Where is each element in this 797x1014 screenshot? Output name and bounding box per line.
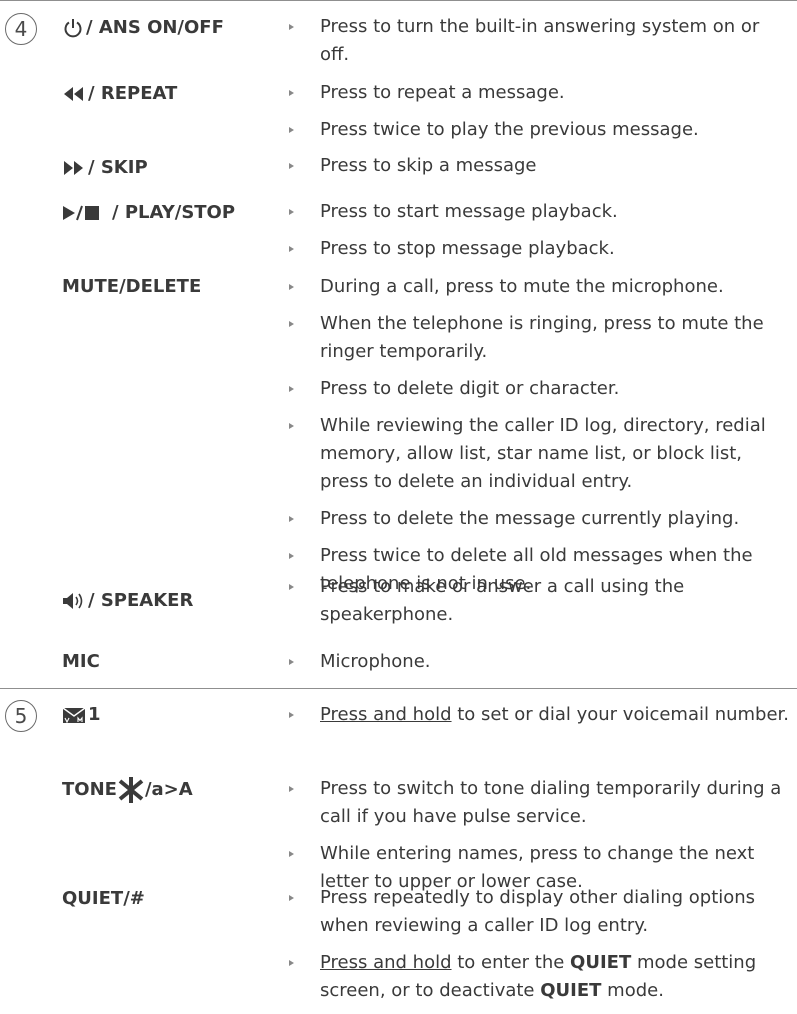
emphasis-bold: QUIET: [570, 952, 632, 973]
text-run: to set or dial your voicemail number.: [451, 704, 790, 725]
list-item: When the telephone is ringing, press to …: [286, 310, 791, 366]
tone-star-icon: [118, 777, 144, 803]
list-item: Press to switch to tone dialing temporar…: [286, 775, 791, 831]
desc-play-stop: Press to start message playback. Press t…: [286, 198, 791, 272]
section-number: 5: [5, 700, 37, 732]
desc-quiet: Press repeatedly to display other dialin…: [286, 884, 791, 1014]
list-item: Press to make or answer a call using the…: [286, 573, 791, 629]
list-item: Press to delete digit or character.: [286, 375, 791, 403]
emphasis-bold: QUIET: [540, 980, 602, 1001]
list-item: During a call, press to mute the microph…: [286, 273, 791, 301]
voicemail-icon: [62, 707, 86, 724]
key-label: MUTE/DELETE: [62, 276, 202, 297]
key-label: / SPEAKER: [88, 590, 194, 611]
desc-repeat: Press to repeat a message. Press twice t…: [286, 79, 791, 153]
key-ans-on-off: / ANS ON/OFF: [62, 14, 224, 42]
list-item: While reviewing the caller ID log, direc…: [286, 412, 791, 496]
list-item: Press to delete the message currently pl…: [286, 505, 791, 533]
text-run: mode.: [601, 980, 664, 1001]
key-mic: MIC: [62, 648, 100, 676]
list-item: Press twice to play the previous message…: [286, 116, 791, 144]
desc-ans-on-off: Press to turn the built-in answering sys…: [286, 13, 791, 78]
list-item: Press to skip a message: [286, 152, 791, 180]
key-skip: / SKIP: [62, 154, 148, 182]
key-label-suffix: /a>A: [144, 779, 193, 800]
key-label: / PLAY/STOP: [112, 202, 236, 223]
top-divider: [0, 0, 797, 1]
section-divider: [0, 688, 797, 689]
key-tone: TONE /a>A: [62, 776, 193, 804]
emphasis-underline: Press and hold: [320, 952, 452, 973]
desc-voicemail: Press and hold to set or dial your voice…: [286, 701, 791, 738]
list-item: Press repeatedly to display other dialin…: [286, 884, 791, 940]
key-mute-delete: MUTE/DELETE: [62, 273, 201, 301]
fast-forward-icon: [64, 161, 83, 175]
list-item: Microphone.: [286, 648, 791, 676]
key-voicemail: 1: [62, 701, 101, 729]
list-item: Press to repeat a message.: [286, 79, 791, 107]
emphasis-underline: Press and hold: [320, 704, 452, 725]
desc-speaker: Press to make or answer a call using the…: [286, 573, 791, 638]
key-label: QUIET/#: [62, 888, 145, 909]
section-number: 4: [5, 13, 37, 45]
key-label: / ANS ON/OFF: [86, 17, 224, 38]
key-label-prefix: TONE: [62, 779, 117, 800]
key-label: / REPEAT: [88, 83, 178, 104]
desc-mute-delete: During a call, press to mute the microph…: [286, 273, 791, 607]
list-item: Press to turn the built-in answering sys…: [286, 13, 791, 69]
key-repeat: / REPEAT: [62, 80, 177, 108]
play-stop-icon: [63, 205, 99, 221]
desc-skip: Press to skip a message: [286, 152, 791, 189]
desc-mic: Microphone.: [286, 648, 791, 685]
key-speaker: / SPEAKER: [62, 587, 193, 615]
key-label: 1: [88, 704, 101, 725]
list-item: Press to start message playback.: [286, 198, 791, 226]
text-run: to enter the: [451, 952, 571, 973]
list-item: Press and hold to enter the QUIET mode s…: [286, 949, 791, 1005]
key-label: MIC: [62, 651, 100, 672]
list-item: Press to stop message playback.: [286, 235, 791, 263]
key-play-stop: / PLAY/STOP: [62, 199, 235, 227]
rewind-icon: [64, 87, 83, 101]
key-label: / SKIP: [88, 157, 148, 178]
power-icon: [64, 19, 82, 38]
list-item: Press and hold to set or dial your voice…: [286, 701, 791, 729]
key-quiet: QUIET/#: [62, 885, 145, 913]
speaker-icon: [63, 593, 83, 609]
